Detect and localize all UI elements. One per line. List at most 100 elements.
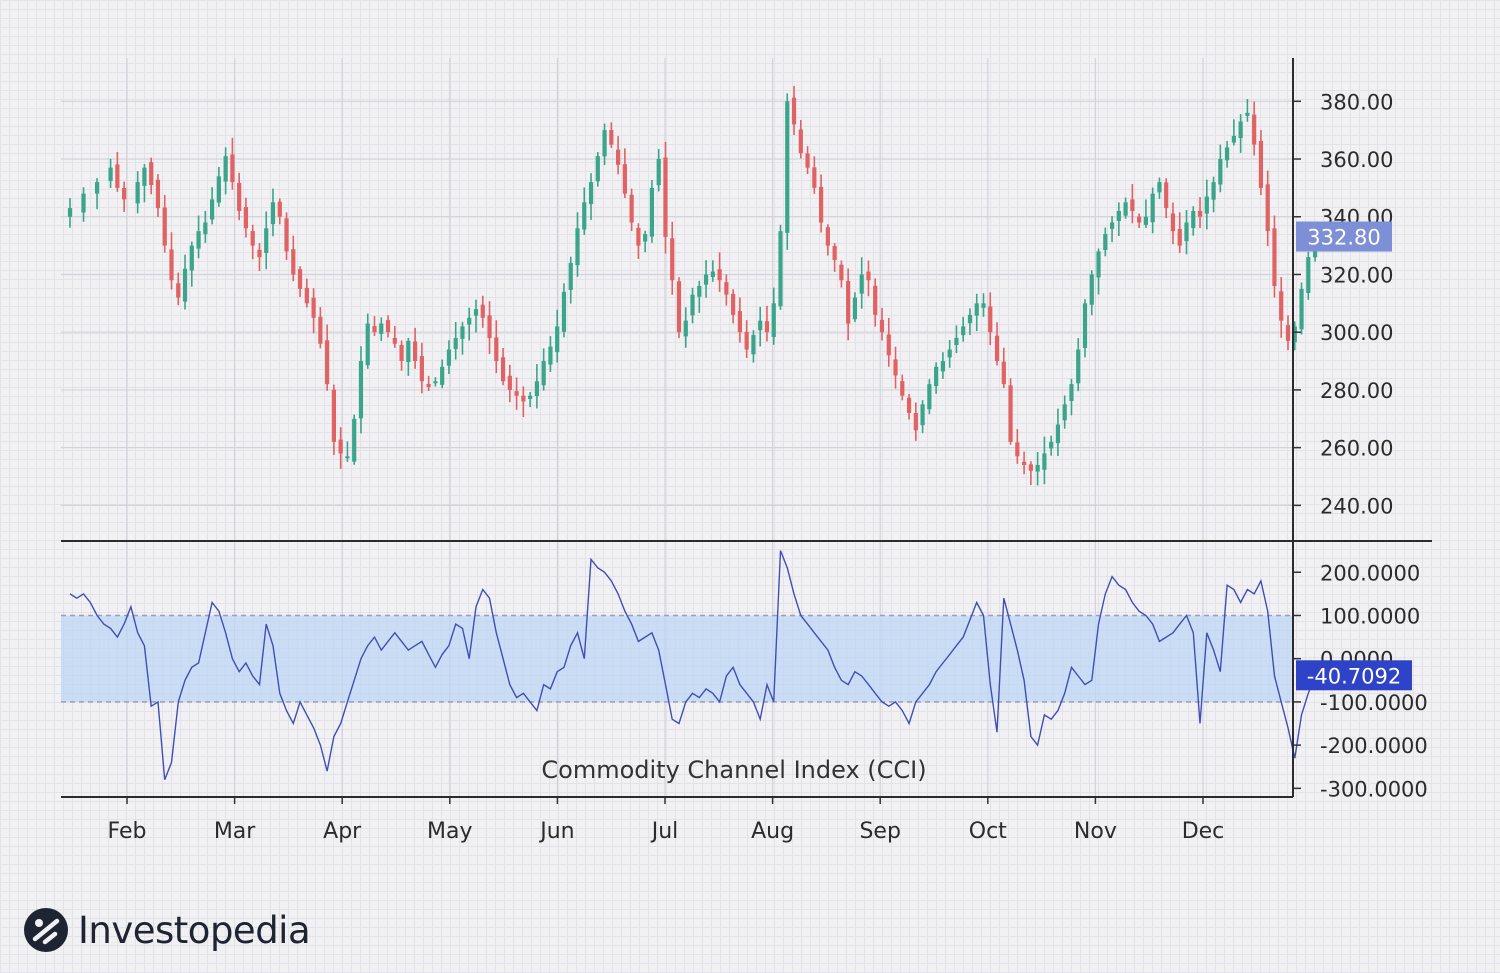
candle-body [676,281,682,333]
candle [846,268,851,341]
candle-body [487,315,492,338]
candle-body [751,335,756,355]
candle [440,359,445,389]
candle-body [812,167,817,188]
candle-body [257,249,262,258]
price-tick-label: 260.00 [1320,437,1393,461]
candle [568,256,573,304]
candle [210,187,215,225]
candle-body [270,202,276,225]
candle [345,441,350,462]
candle-body [453,337,458,350]
candle-body [94,182,100,194]
candle [1069,378,1074,416]
candle-body [1035,464,1040,472]
candle [325,324,330,391]
candle-body [1015,442,1020,457]
candle [365,313,370,369]
candle-body [311,297,316,318]
candle-body [149,162,154,185]
candle-body [663,157,668,237]
candle-body [859,274,864,294]
candle-body [778,231,783,307]
candle [1279,277,1284,338]
candle-body [737,311,742,333]
candle [852,292,858,323]
candle [514,377,519,410]
candle [1299,282,1304,335]
candle [751,330,756,363]
candle [825,224,830,256]
candle [710,260,715,282]
candle-body [839,264,844,281]
candle [819,174,824,233]
candle-body [433,381,438,384]
candle [900,374,905,401]
candle-body [1109,222,1115,229]
candle-body [1197,210,1203,217]
candle-body [176,283,181,298]
candle [981,293,986,317]
candle [1130,184,1135,224]
candle-body [616,149,621,165]
last-price-label: 332.80 [1307,226,1380,250]
price-tick-label: 320.00 [1320,263,1393,287]
candle [744,320,749,358]
candle-body [717,269,722,281]
candle-body [1279,291,1284,321]
candle-body [670,238,675,281]
candle-body [297,269,303,289]
candle-body [81,193,86,213]
candle [223,147,228,195]
candle [358,346,364,434]
candle-body [649,187,655,237]
candle-body [1170,213,1176,232]
candle-body [338,439,343,454]
candle-body [494,337,499,362]
x-tick-label: Aug [751,819,794,844]
candle [622,148,627,199]
candle [176,272,181,306]
x-tick-label: Nov [1074,819,1117,844]
candle-body [1008,385,1013,442]
candle-body [886,334,891,356]
candle-body [900,381,905,396]
candle [629,188,634,232]
candle-body [974,303,979,316]
candle [609,122,614,148]
candle-body [1245,112,1250,116]
candle-body [250,231,255,246]
candle-body [514,391,519,396]
candle [1238,114,1243,153]
candle [169,232,174,290]
candle-body [629,194,634,223]
candle [873,278,878,327]
candle [426,375,431,392]
candle-body [277,201,282,217]
candle-body [1272,228,1277,287]
candle [927,379,932,415]
candle [1055,408,1061,457]
candle-body [561,291,567,332]
candle-body [690,294,695,316]
candle-body [365,323,370,366]
candle [528,392,533,408]
candle [1150,187,1155,234]
candle [934,362,939,394]
candle [277,198,282,225]
candle [135,171,140,214]
candle [737,297,742,343]
candle [886,317,891,367]
candle-body [961,326,966,336]
candle-body [994,335,1000,362]
candle [406,337,411,376]
candle [1245,98,1250,122]
candle-body [771,303,776,337]
candle [1042,436,1047,485]
candle-body [291,249,296,275]
candle-body [115,164,120,188]
candle-body [426,383,431,388]
candle-body [1001,361,1006,385]
candle-body [284,218,289,252]
cci-band-fill [61,615,1293,702]
